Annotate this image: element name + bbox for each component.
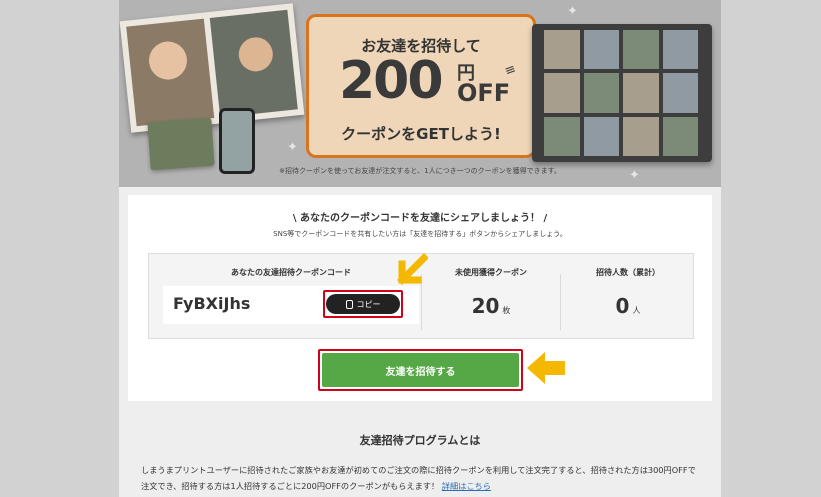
copy-icon: [345, 299, 353, 309]
unused-coupons-value: 20 枚: [422, 294, 560, 318]
sparkle-lines-icon: ≡: [502, 61, 519, 80]
invited-count-value: 0人: [561, 294, 695, 318]
page: ✦ ✦ ✦ ✦ ✦ ✦ お友達を招待して 200 円 OFF ≡ クーポンをGE…: [119, 0, 721, 497]
sparkle-icon: ✦: [567, 4, 578, 19]
coupon-code[interactable]: FyBXiJhs: [173, 294, 250, 313]
program-body: しまうまプリントユーザーに招待されたご家族やお友達が初めてのご注文の際に招待クー…: [141, 465, 696, 491]
invited-count: 0: [615, 294, 630, 318]
promo-box: お友達を招待して 200 円 OFF ≡ クーポンをGETしよう!: [306, 14, 536, 158]
coupon-code-box: FyBXiJhs コピー: [163, 286, 419, 324]
promo-line3: クーポンをGETしよう!: [341, 125, 501, 143]
code-label: あなたの友達招待クーポンコード: [231, 268, 351, 277]
photo-print-image: [147, 117, 215, 171]
promo-amount: 200: [339, 51, 444, 111]
smartphone-image: [219, 108, 255, 174]
photo-album-image: [532, 24, 712, 162]
invite-friends-button[interactable]: 友達を招待する: [322, 353, 519, 387]
unused-coupons-unit: 枚: [502, 306, 511, 315]
photobook-image: [119, 3, 305, 133]
unused-coupons-count: 20: [471, 294, 500, 318]
program-title: 友達招待プログラムとは: [359, 434, 481, 447]
arrow-down-left-icon: [397, 253, 428, 285]
arrow-left-icon: [527, 352, 565, 384]
share-subtext: SNS等でクーポンコードを共有したい方は「友達を招待する」ボタンからシェアしまし…: [273, 230, 567, 238]
promo-banner: ✦ ✦ ✦ ✦ ✦ ✦ お友達を招待して 200 円 OFF ≡ クーポンをGE…: [119, 0, 721, 187]
copy-button[interactable]: コピー: [326, 294, 400, 314]
details-link[interactable]: 詳細はこちら: [442, 481, 491, 491]
sparkle-icon: ✦: [287, 140, 298, 155]
promo-off: OFF: [457, 79, 511, 107]
invited-count-label: 招待人数（累計）: [596, 268, 660, 277]
share-card: \ あなたのクーポンコードを友達にシェアしましょう！ / SNS等でクーポンコー…: [128, 195, 712, 401]
banner-note: ※招待クーポンを使ってお友達が注文すると、1人につき一つのクーポンを獲得できます…: [279, 167, 561, 175]
unused-coupons-label: 未使用獲得クーポン: [455, 268, 527, 277]
program-description: しまうまプリントユーザーに招待されたご家族やお友達が初めてのご注文の際に招待クー…: [141, 462, 701, 494]
share-headline: \ あなたのクーポンコードを友達にシェアしましょう！ /: [292, 213, 548, 224]
copy-button-label: コピー: [356, 299, 381, 309]
invited-count-unit: 人: [632, 306, 641, 315]
